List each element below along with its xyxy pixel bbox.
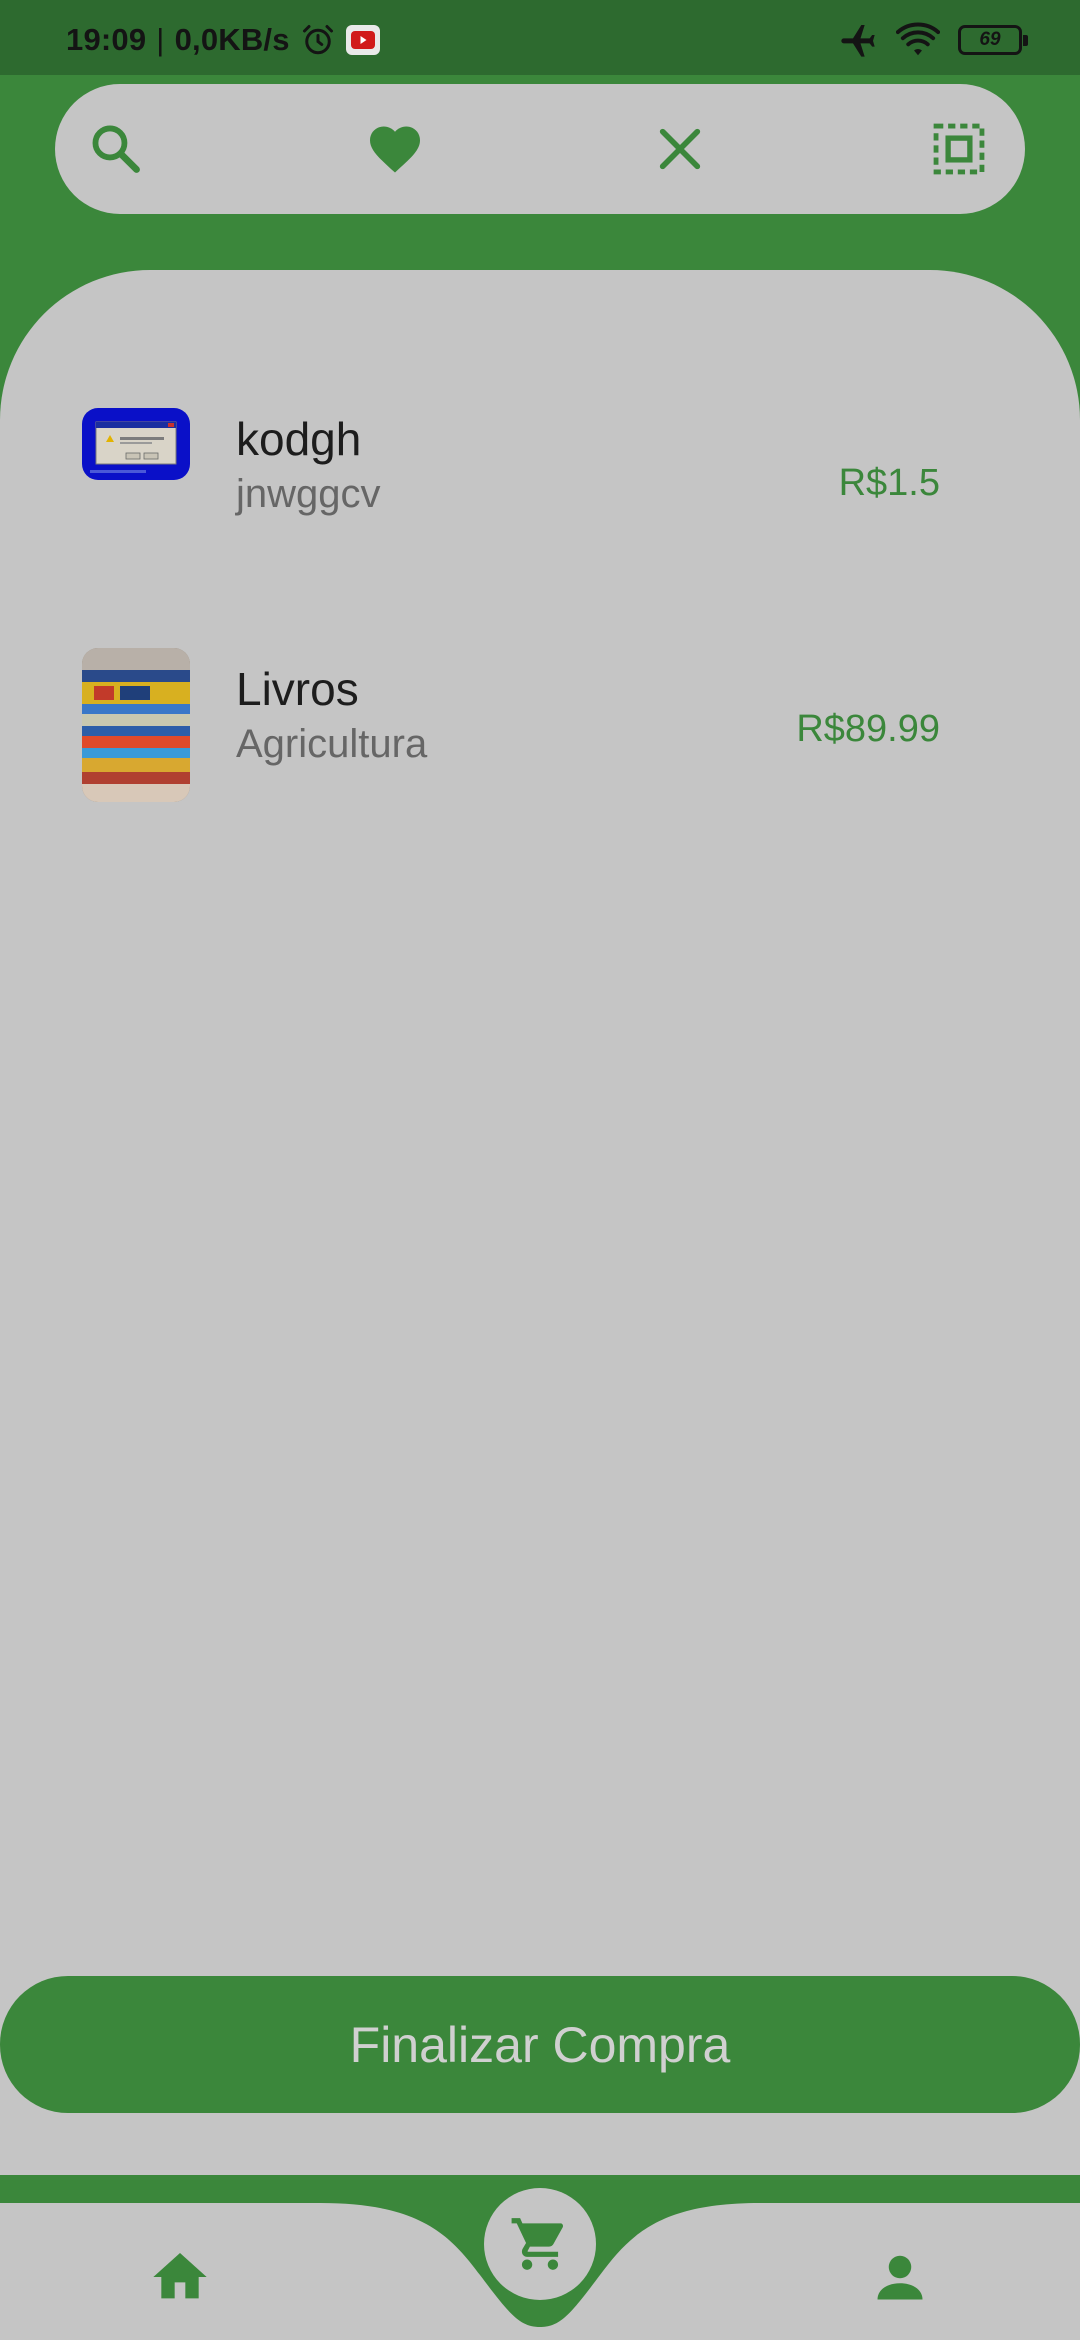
item-subtitle: Agricultura: [236, 722, 428, 766]
nav-cart[interactable]: [484, 2188, 596, 2300]
cart-item[interactable]: kodgh jnwggcv R$1.5: [0, 380, 1080, 530]
item-price: R$89.99: [796, 708, 940, 750]
network-speed: 0,0KB/s: [174, 22, 290, 57]
select-all-button[interactable]: [929, 119, 989, 179]
item-thumbnail: [82, 648, 190, 802]
status-time: 19:09: [66, 22, 147, 57]
books-photo-thumbnail: [82, 648, 190, 802]
clear-button[interactable]: [650, 119, 710, 179]
status-separator: |: [156, 22, 165, 57]
cart-icon: [509, 2213, 571, 2275]
close-icon: [654, 123, 706, 175]
bottom-nav: [0, 2175, 1080, 2340]
item-price: R$1.5: [838, 462, 940, 504]
youtube-icon: [345, 25, 380, 55]
heart-icon: [365, 119, 425, 179]
toolbar: [55, 84, 1025, 214]
item-name: kodgh: [236, 413, 362, 465]
search-button[interactable]: [86, 119, 146, 179]
airplane-icon: [838, 20, 878, 60]
wifi-icon: [896, 22, 940, 58]
status-left: 19:09 | 0,0KB/s: [66, 22, 380, 58]
dialog-screenshot-thumbnail: [82, 408, 190, 480]
person-icon: [870, 2247, 930, 2307]
nav-profile[interactable]: [860, 2237, 940, 2317]
favorite-button[interactable]: [365, 119, 425, 179]
select-all-icon: [930, 120, 988, 178]
cart-list: kodgh jnwggcv R$1.5 Livros Agricultura R…: [0, 270, 1080, 2175]
nav-home[interactable]: [140, 2237, 220, 2317]
item-thumbnail: [82, 408, 190, 480]
status-right: 69: [838, 20, 1028, 60]
search-icon: [87, 120, 145, 178]
battery-icon: 69: [958, 25, 1028, 55]
item-name: Livros: [236, 663, 359, 715]
item-subtitle: jnwggcv: [236, 472, 381, 516]
home-icon: [148, 2245, 212, 2309]
alarm-icon: [300, 22, 336, 58]
checkout-button[interactable]: Finalizar Compra: [0, 1976, 1080, 2113]
battery-level: 69: [979, 29, 1001, 50]
cart-item[interactable]: Livros Agricultura R$89.99: [0, 638, 1080, 808]
status-bar: 19:09 | 0,0KB/s 69: [0, 0, 1080, 75]
